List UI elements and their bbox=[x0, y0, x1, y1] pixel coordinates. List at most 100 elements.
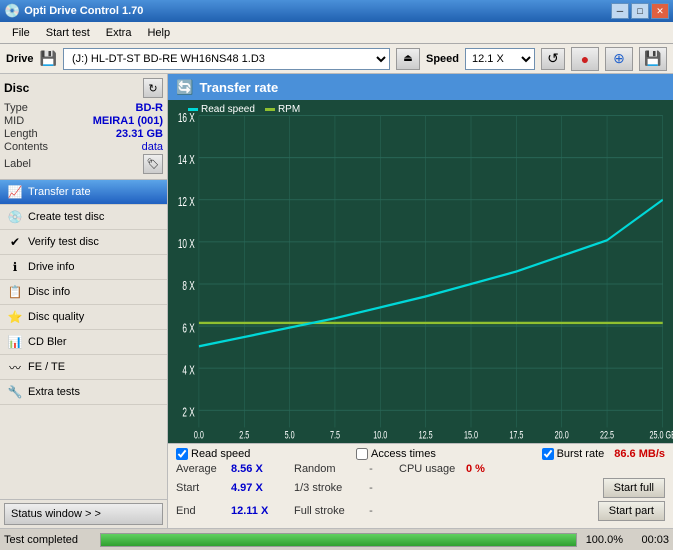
svg-text:17.5: 17.5 bbox=[509, 429, 523, 441]
legend-rpm: RPM bbox=[265, 104, 300, 115]
read-speed-checkbox[interactable] bbox=[176, 448, 188, 460]
save-button[interactable]: 💾 bbox=[639, 47, 667, 71]
menu-help[interactable]: Help bbox=[139, 25, 178, 41]
nav-drive-info-label: Drive info bbox=[28, 261, 74, 273]
burst-rate-val: 86.6 MB/s bbox=[614, 448, 665, 460]
nav-disc-quality[interactable]: ⭐ Disc quality bbox=[0, 305, 167, 330]
status-section: Status window > > bbox=[0, 499, 167, 528]
stroke1-dash: - bbox=[351, 482, 391, 494]
action-btn-2[interactable]: ⊕ bbox=[605, 47, 633, 71]
end-val: 12.11 X bbox=[231, 505, 286, 517]
speed-label: Speed bbox=[426, 53, 459, 65]
disc-label-button[interactable]: 🏷 bbox=[143, 154, 163, 174]
burst-rate-cb-label: Burst rate bbox=[557, 448, 605, 460]
burst-rate-checkbox[interactable] bbox=[542, 448, 554, 460]
svg-text:2.5: 2.5 bbox=[239, 429, 249, 441]
nav-drive-info[interactable]: ℹ Drive info bbox=[0, 255, 167, 280]
verify-disc-icon: ✔ bbox=[8, 235, 22, 249]
nav-transfer-rate[interactable]: 📈 Transfer rate bbox=[0, 180, 167, 205]
menu-extra[interactable]: Extra bbox=[98, 25, 140, 41]
transfer-rate-icon: 📈 bbox=[8, 185, 22, 199]
extra-tests-icon: 🔧 bbox=[8, 385, 22, 399]
nav-cd-bler[interactable]: 📊 CD Bler bbox=[0, 330, 167, 355]
nav-verify-test-disc[interactable]: ✔ Verify test disc bbox=[0, 230, 167, 255]
stats-area: Read speed Access times Burst rate 86.6 … bbox=[168, 443, 673, 528]
start-label: Start bbox=[176, 482, 231, 494]
eject-button[interactable]: ⏏ bbox=[396, 48, 420, 70]
progress-bar-outer bbox=[100, 533, 577, 547]
disc-mid-val: MEIRA1 (001) bbox=[93, 115, 163, 127]
main-layout: Disc ↻ Type BD-R MID MEIRA1 (001) Length… bbox=[0, 74, 673, 528]
left-panel: Disc ↻ Type BD-R MID MEIRA1 (001) Length… bbox=[0, 74, 168, 528]
progress-label: Test completed bbox=[4, 534, 94, 546]
nav-fe-te[interactable]: 〰 FE / TE bbox=[0, 355, 167, 380]
svg-text:7.5: 7.5 bbox=[330, 429, 340, 441]
access-times-checkbox[interactable] bbox=[356, 448, 368, 460]
create-disc-icon: 💿 bbox=[8, 210, 22, 224]
drive-select[interactable]: (J:) HL-DT-ST BD-RE WH16NS48 1.D3 bbox=[63, 48, 390, 70]
read-speed-checkbox-item: Read speed bbox=[176, 448, 250, 460]
speed-select[interactable]: 12.1 X bbox=[465, 48, 535, 70]
nav-create-disc-label: Create test disc bbox=[28, 211, 104, 223]
progress-bar-inner bbox=[101, 534, 576, 546]
progress-time: 00:03 bbox=[629, 534, 669, 546]
drive-label: Drive bbox=[6, 53, 34, 65]
svg-text:8 X: 8 X bbox=[182, 280, 194, 294]
svg-text:12 X: 12 X bbox=[178, 195, 195, 209]
cpu-label: CPU usage bbox=[391, 463, 466, 475]
disc-refresh-button[interactable]: ↻ bbox=[143, 78, 163, 98]
close-button[interactable]: ✕ bbox=[651, 3, 669, 19]
disc-mid-label: MID bbox=[4, 115, 24, 127]
svg-text:6 X: 6 X bbox=[182, 322, 194, 336]
stroke2-dash: - bbox=[351, 505, 391, 517]
read-speed-cb-label: Read speed bbox=[191, 448, 250, 460]
nav-section: 📈 Transfer rate 💿 Create test disc ✔ Ver… bbox=[0, 180, 167, 499]
disc-section: Disc ↻ Type BD-R MID MEIRA1 (001) Length… bbox=[0, 74, 167, 180]
random-label: Random bbox=[286, 463, 351, 475]
disc-contents-val: data bbox=[142, 141, 163, 153]
action-btn-1[interactable]: ● bbox=[571, 47, 599, 71]
nav-create-test-disc[interactable]: 💿 Create test disc bbox=[0, 205, 167, 230]
menu-file[interactable]: File bbox=[4, 25, 38, 41]
status-window-button[interactable]: Status window > > bbox=[4, 503, 163, 525]
nav-extra-tests[interactable]: 🔧 Extra tests bbox=[0, 380, 167, 405]
read-speed-legend-label: Read speed bbox=[201, 104, 255, 115]
access-times-cb-label: Access times bbox=[371, 448, 436, 460]
right-panel: 🔄 Transfer rate Read speed RPM bbox=[168, 74, 673, 528]
app-title: Opti Drive Control 1.70 bbox=[24, 5, 611, 17]
nav-cd-bler-label: CD Bler bbox=[28, 336, 67, 348]
rpm-legend-label: RPM bbox=[278, 104, 300, 115]
svg-text:22.5: 22.5 bbox=[600, 429, 614, 441]
disc-contents-label: Contents bbox=[4, 141, 48, 153]
start-full-button[interactable]: Start full bbox=[603, 478, 665, 498]
disc-disc-label: Label bbox=[4, 158, 31, 170]
average-val: 8.56 X bbox=[231, 463, 286, 475]
progress-area: Test completed 100.0% 00:03 bbox=[0, 528, 673, 550]
chart-legend: Read speed RPM bbox=[188, 104, 300, 115]
disc-quality-icon: ⭐ bbox=[8, 310, 22, 324]
nav-disc-info[interactable]: 📋 Disc info bbox=[0, 280, 167, 305]
cd-bler-icon: 📊 bbox=[8, 335, 22, 349]
minimize-button[interactable]: ─ bbox=[611, 3, 629, 19]
disc-length-label: Length bbox=[4, 128, 38, 140]
stroke2-label: Full stroke bbox=[286, 505, 351, 517]
stroke1-label: 1/3 stroke bbox=[286, 482, 351, 494]
read-speed-legend-dot bbox=[188, 108, 198, 111]
menubar: File Start test Extra Help bbox=[0, 22, 673, 44]
svg-text:20.0: 20.0 bbox=[555, 429, 569, 441]
start-part-button[interactable]: Start part bbox=[598, 501, 665, 521]
chart-icon: 🔄 bbox=[176, 79, 193, 96]
nav-extra-tests-label: Extra tests bbox=[28, 386, 80, 398]
speed-refresh-button[interactable]: ↺ bbox=[541, 48, 565, 70]
chart-header: 🔄 Transfer rate bbox=[168, 74, 673, 100]
cpu-val: 0 % bbox=[466, 463, 506, 475]
window-controls: ─ □ ✕ bbox=[611, 3, 669, 19]
titlebar: 💿 Opti Drive Control 1.70 ─ □ ✕ bbox=[0, 0, 673, 22]
progress-percent: 100.0% bbox=[583, 534, 623, 546]
fe-te-icon: 〰 bbox=[8, 360, 22, 374]
svg-text:12.5: 12.5 bbox=[419, 429, 433, 441]
average-label: Average bbox=[176, 463, 231, 475]
menu-start-test[interactable]: Start test bbox=[38, 25, 98, 41]
app-icon: 💿 bbox=[4, 3, 20, 19]
maximize-button[interactable]: □ bbox=[631, 3, 649, 19]
